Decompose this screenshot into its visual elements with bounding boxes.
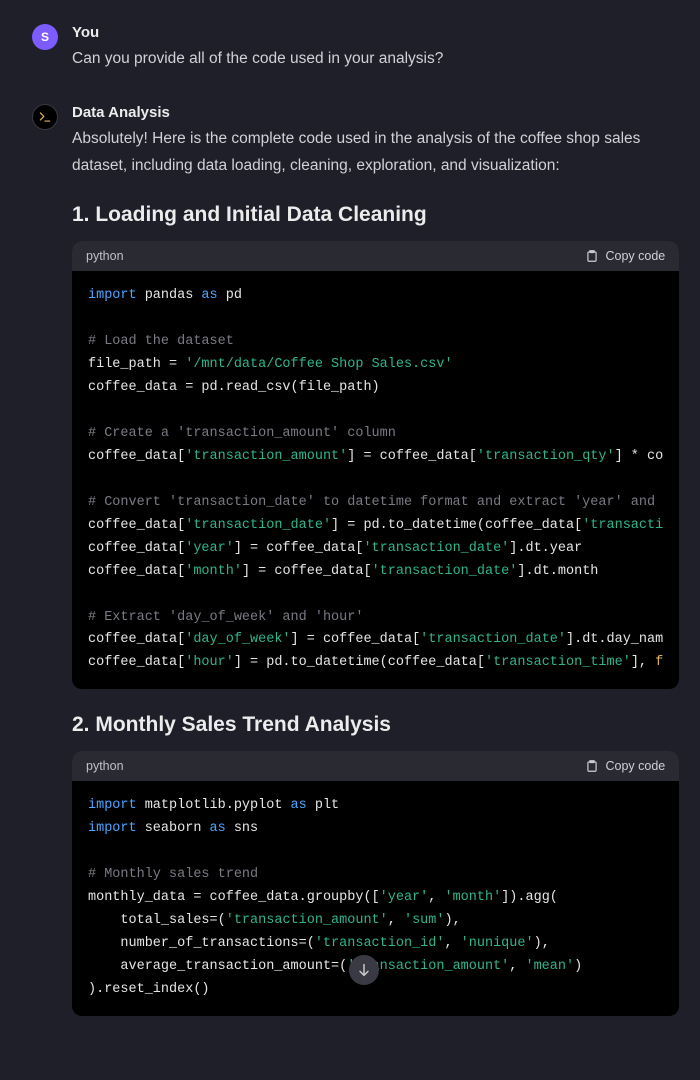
scroll-down-button[interactable]: [349, 955, 379, 985]
user-text: Can you provide all of the code used in …: [72, 45, 668, 72]
terminal-icon: [38, 110, 52, 124]
assistant-avatar: [32, 104, 58, 130]
assistant-intro: Absolutely! Here is the complete code us…: [72, 125, 679, 179]
chevron-down-icon: [356, 962, 372, 978]
clipboard-icon: [585, 249, 599, 263]
code-header-1: python Copy code: [72, 241, 679, 271]
assistant-sender-label: Data Analysis: [72, 104, 679, 121]
avatar-initial: S: [41, 30, 49, 44]
copy-label-2: Copy code: [605, 759, 665, 773]
code-header-2: python Copy code: [72, 751, 679, 781]
section2-heading: 2. Monthly Sales Trend Analysis: [72, 713, 679, 737]
copy-button-2[interactable]: Copy code: [585, 759, 665, 773]
assistant-message: Data Analysis Absolutely! Here is the co…: [32, 104, 668, 1024]
copy-button-1[interactable]: Copy code: [585, 249, 665, 263]
user-content: You Can you provide all of the code used…: [72, 24, 668, 72]
code-block-1: python Copy code import pandas as pd # L…: [72, 241, 679, 689]
section1-heading: 1. Loading and Initial Data Cleaning: [72, 203, 679, 227]
assistant-content: Data Analysis Absolutely! Here is the co…: [72, 104, 679, 1024]
code-lang-1: python: [86, 249, 124, 263]
clipboard-icon: [585, 759, 599, 773]
code-lang-2: python: [86, 759, 124, 773]
code-body-2[interactable]: import matplotlib.pyplot as plt import s…: [72, 781, 679, 1015]
copy-label-1: Copy code: [605, 249, 665, 263]
user-sender-label: You: [72, 24, 668, 41]
user-avatar: S: [32, 24, 58, 50]
user-message: S You Can you provide all of the code us…: [32, 24, 668, 72]
code-body-1[interactable]: import pandas as pd # Load the dataset f…: [72, 271, 679, 689]
